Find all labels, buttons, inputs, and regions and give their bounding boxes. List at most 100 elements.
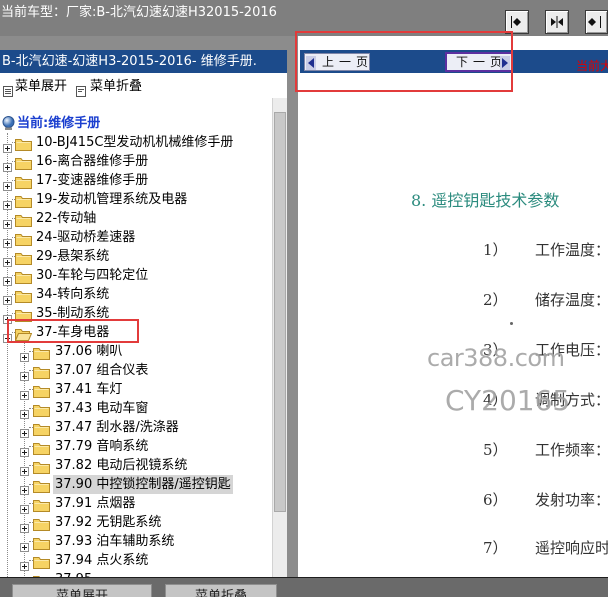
expand-toggle-icon[interactable] (20, 442, 29, 457)
document-viewer: 上一页 下一页 当前大 8. 遥控钥匙技术参数 1） 工作温度： 2） 储存温度… (298, 36, 608, 577)
expand-toggle-icon[interactable] (20, 385, 29, 400)
expand-toggle-icon[interactable] (3, 271, 12, 286)
tree-root-row[interactable]: 当前:维修手册 (0, 114, 271, 133)
panel-left-icon (508, 13, 526, 31)
expand-toggle-icon[interactable] (20, 480, 29, 495)
tree-subitem-label[interactable]: 37.93 泊车辅助系统 (55, 532, 174, 551)
param-number: 1） (483, 241, 508, 259)
tree-subitem-label[interactable]: 37.47 刮水器/洗涤器 (55, 418, 179, 437)
param-label: 遥控响应时 (535, 539, 608, 557)
tree-subitem-label[interactable]: 37.92 无钥匙系统 (55, 513, 161, 532)
expand-toggle-icon[interactable] (3, 157, 12, 172)
tree-subitem-label[interactable]: 37.95 (55, 570, 92, 577)
expand-toggle-icon[interactable] (3, 214, 12, 229)
tree-item-label[interactable]: 29-悬架系统 (36, 247, 109, 266)
param-number: 2） (483, 291, 508, 309)
expand-toggle-icon[interactable] (20, 518, 29, 533)
layout-right-button[interactable] (585, 10, 608, 34)
tree-item[interactable]: 29-悬架系统 (0, 247, 271, 267)
param-number: 7） (483, 539, 508, 557)
tree-subitem[interactable]: 37.90 中控锁控制器/遥控钥匙 (0, 475, 271, 495)
tree-item-label[interactable]: 19-发动机管理系统及电器 (36, 190, 187, 209)
expand-toggle-icon[interactable] (20, 366, 29, 381)
tree-item-label[interactable]: 30-车轮与四轮定位 (36, 266, 148, 285)
tree-subitem[interactable]: 37.07 组合仪表 (0, 361, 271, 381)
tree-subitem-label[interactable]: 37.79 音响系统 (55, 437, 148, 456)
section-heading: 8. 遥控钥匙技术参数 (411, 191, 560, 210)
expand-toggle-icon[interactable] (20, 347, 29, 362)
expand-toggle-icon[interactable] (3, 252, 12, 267)
nav-status-text: 当前大 (576, 59, 608, 73)
tree-subitem-label[interactable]: 37.91 点烟器 (55, 494, 135, 513)
tree-item-label[interactable]: 10-BJ415C型发动机机械维修手册 (36, 133, 233, 152)
expand-toggle-icon[interactable] (3, 195, 12, 210)
panel-split-icon (548, 13, 566, 31)
tree-item[interactable]: 19-发动机管理系统及电器 (0, 190, 271, 210)
tree-subitem-label[interactable]: 37.43 电动车窗 (55, 399, 148, 418)
expand-all-button[interactable]: 菜单展开 (12, 584, 152, 597)
manual-title-header: B-北汽幻速-幻速H3-2015-2016- 维修手册. (0, 50, 287, 73)
menu-collapse-link[interactable]: 菜单折叠 (90, 77, 142, 97)
tree-subitem[interactable]: 37.79 音响系统 (0, 437, 271, 457)
tree-subitem[interactable]: 37.41 车灯 (0, 380, 271, 400)
tree-subitem-label[interactable]: 37.82 电动后视镜系统 (55, 456, 187, 475)
collapse-tree-icon[interactable] (76, 82, 86, 97)
expand-toggle-icon[interactable] (20, 556, 29, 571)
tree-item[interactable]: 16-离合器维修手册 (0, 152, 271, 172)
expand-toggle-icon[interactable] (20, 461, 29, 476)
tree-subitem-label[interactable]: 37.41 车灯 (55, 380, 122, 399)
annotation-box-tree (7, 319, 139, 343)
tree-item[interactable]: 30-车轮与四轮定位 (0, 266, 271, 286)
tree-item-label[interactable]: 34-转向系统 (36, 285, 109, 304)
param-label: 发射功率： (535, 491, 608, 509)
tree-item[interactable]: 22-传动轴 (0, 209, 271, 229)
tree-scrollbar[interactable] (272, 98, 287, 577)
manual-title: B-北汽幻速-幻速H3-2015-2016- 维修手册. (2, 54, 257, 69)
tree-subitem[interactable]: 37.91 点烟器 (0, 494, 271, 514)
tree-scrollbar-thumb[interactable] (274, 112, 286, 512)
expand-toggle-icon[interactable] (20, 404, 29, 419)
expand-toggle-icon[interactable] (3, 176, 12, 191)
expand-tree-icon[interactable] (3, 82, 13, 97)
tree-subitem[interactable]: 37.43 电动车窗 (0, 399, 271, 419)
tree-subitem[interactable]: 37.47 刮水器/洗涤器 (0, 418, 271, 438)
tree-item-label[interactable]: 24-驱动桥差速器 (36, 228, 135, 247)
param-number: 5） (483, 441, 508, 459)
tree-item-label[interactable]: 16-离合器维修手册 (36, 152, 148, 171)
tree-subitem[interactable]: 37.95 (0, 570, 271, 577)
expand-toggle-icon[interactable] (20, 537, 29, 552)
tree-subitem[interactable]: 37.94 点火系统 (0, 551, 271, 571)
tree-subitem-label[interactable]: 37.94 点火系统 (55, 551, 148, 570)
expand-toggle-icon[interactable] (20, 499, 29, 514)
expand-toggle-icon[interactable] (3, 290, 12, 305)
watermark-code: CY20165 (445, 384, 571, 417)
tree-item[interactable]: 17-变速器维修手册 (0, 171, 271, 191)
expand-toggle-icon[interactable] (3, 233, 12, 248)
expand-toggle-icon[interactable] (3, 309, 12, 324)
tree-item-label[interactable]: 17-变速器维修手册 (36, 171, 148, 190)
tree-item-label[interactable]: 22-传动轴 (36, 209, 96, 228)
menu-expand-link[interactable]: 菜单展开 (15, 77, 67, 97)
tree-subitem[interactable]: 37.06 喇叭 (0, 342, 271, 362)
watermark-site: car388.com (427, 344, 565, 372)
collapse-all-button[interactable]: 菜单折叠 (165, 584, 277, 597)
tree-subitem[interactable]: 37.92 无钥匙系统 (0, 513, 271, 533)
expand-toggle-icon[interactable] (20, 423, 29, 438)
tree-subitem-label[interactable]: 37.07 组合仪表 (55, 361, 148, 380)
panel-right-icon (588, 13, 606, 31)
param-label: 储存温度： (535, 291, 608, 309)
expand-toggle-icon[interactable] (3, 138, 12, 153)
tree-subitem[interactable]: 37.82 电动后视镜系统 (0, 456, 271, 476)
param-number: 6） (483, 491, 508, 509)
param-label: 工作温度： (535, 241, 608, 259)
tree-root-label[interactable]: 当前:维修手册 (17, 114, 100, 133)
layout-split-button[interactable] (545, 10, 569, 34)
tree-subitem-label-selected[interactable]: 37.90 中控锁控制器/遥控钥匙 (53, 475, 233, 494)
tree-subitem-label[interactable]: 37.06 喇叭 (55, 342, 122, 361)
tree-item[interactable]: 24-驱动桥差速器 (0, 228, 271, 248)
collapse-all-label: 菜单折叠 (194, 589, 247, 597)
tree-item[interactable]: 10-BJ415C型发动机机械维修手册 (0, 133, 271, 153)
manual-tree: 当前:维修手册 10-BJ415C型发动机机械维修手册 16-离合器维修手册 17-变… (0, 114, 271, 577)
tree-item[interactable]: 34-转向系统 (0, 285, 271, 305)
tree-subitem[interactable]: 37.93 泊车辅助系统 (0, 532, 271, 552)
